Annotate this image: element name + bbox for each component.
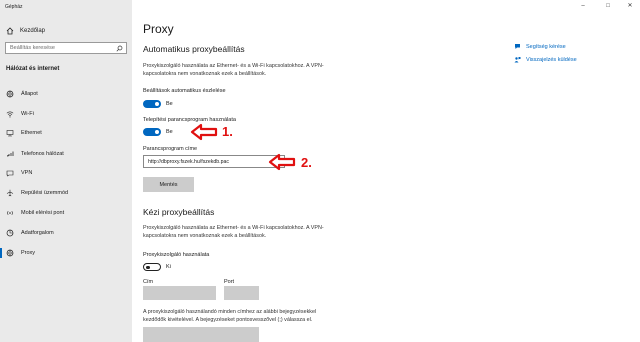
sidebar-item-label: Adatforgalom: [21, 230, 54, 236]
auto-detect-toggle[interactable]: [143, 100, 161, 108]
proxy-address-input[interactable]: [143, 286, 216, 300]
script-address-label: Parancsprogram címe: [143, 146, 198, 152]
send-feedback-link[interactable]: Visszajelzés küldése: [514, 56, 577, 63]
home-label: Kezdőlap: [20, 28, 46, 34]
sidebar-item-ethernet[interactable]: Ethernet: [0, 123, 132, 143]
sidebar-item-allapot[interactable]: Állapot: [0, 84, 132, 104]
search-icon[interactable]: [116, 45, 123, 52]
maximize-button[interactable]: □: [602, 2, 614, 10]
sidebar-item-telefonos-halozat[interactable]: Telefonos hálózat: [0, 144, 132, 164]
proxy-port-label: Port: [224, 279, 235, 285]
annotation-label-2: 2.: [301, 155, 312, 170]
vpn-icon: [6, 169, 14, 177]
sidebar-section-title: Hálózat és internet: [6, 66, 60, 72]
auto-detect-label: Beállítások automatikus észlelése: [143, 88, 226, 94]
sidebar-item-vpn[interactable]: VPN: [0, 163, 132, 183]
sidebar-item-adatforgalom[interactable]: Adatforgalom: [0, 223, 132, 243]
close-button[interactable]: ✕: [624, 2, 636, 10]
setup-script-toggle[interactable]: [143, 128, 161, 136]
save-button[interactable]: Mentés: [143, 177, 194, 192]
annotation-arrow-1: [190, 123, 218, 141]
proxy-port-input[interactable]: [224, 286, 259, 300]
phone-icon: [6, 150, 14, 158]
sidebar-item-label: Állapot: [21, 91, 38, 97]
home-icon: [6, 27, 14, 35]
settings-search-input[interactable]: Beállítás keresése: [5, 42, 127, 54]
annotation-label-1: 1.: [222, 124, 233, 139]
script-address-input[interactable]: http://dbproxy.fszek.hu/fszekdb.pac: [143, 155, 285, 168]
sidebar-item-mobil-elerési-pont[interactable]: Mobil elérési pont: [0, 203, 132, 223]
sidebar-item-label: Telefonos hálózat: [21, 151, 64, 157]
help-icon: [514, 43, 521, 50]
exceptions-input[interactable]: [143, 327, 259, 342]
auto-detect-state: Be: [166, 101, 173, 107]
manual-proxy-heading: Kézi proxybeállítás: [143, 207, 215, 217]
get-help-link[interactable]: Segítség kérése: [514, 43, 566, 50]
sidebar-item-label: Mobil elérési pont: [21, 210, 65, 216]
home-link[interactable]: Kezdőlap: [6, 26, 45, 36]
annotation-arrow-2: [268, 153, 296, 171]
search-placeholder: Beállítás keresése: [10, 45, 55, 51]
sidebar-item-label: Proxy: [21, 250, 36, 256]
globe-icon: [6, 90, 14, 98]
ethernet-icon: [6, 129, 14, 137]
use-proxy-label: Proxykiszolgáló használata: [143, 252, 210, 258]
proxy-address-label: Cím: [143, 279, 154, 285]
sidebar-item-wifi[interactable]: Wi-Fi: [0, 104, 132, 124]
data-usage-icon: [6, 229, 14, 237]
page-title: Proxy: [143, 22, 174, 36]
hotspot-icon: [6, 209, 14, 217]
sidebar-item-label: Wi-Fi: [21, 111, 34, 117]
sidebar: Gépház Kezdőlap Beállítás keresése Hálóz…: [0, 0, 132, 342]
wifi-icon: [6, 110, 14, 118]
use-proxy-toggle[interactable]: [143, 263, 161, 271]
script-address-value: http://dbproxy.fszek.hu/fszekdb.pac: [148, 158, 229, 165]
get-help-label: Segítség kérése: [526, 43, 566, 50]
minimize-button[interactable]: –: [577, 2, 589, 10]
sidebar-item-label: VPN: [21, 170, 33, 176]
window-title: Gépház: [5, 4, 23, 10]
exceptions-description: A proxykiszolgáló használandó minden cím…: [143, 309, 317, 323]
globe-icon: [6, 249, 14, 257]
airplane-icon: [6, 189, 14, 197]
feedback-icon: [514, 56, 521, 63]
sidebar-item-repulesi-uzemmod[interactable]: Repülési üzemmód: [0, 183, 132, 203]
sidebar-item-proxy[interactable]: Proxy: [0, 243, 132, 263]
auto-proxy-description: Proxykiszolgáló használata az Ethernet- …: [143, 63, 324, 77]
manual-proxy-description: Proxykiszolgáló használata az Ethernet- …: [143, 225, 324, 239]
auto-proxy-heading: Automatikus proxybeállítás: [143, 44, 245, 54]
use-proxy-state: Ki: [166, 264, 171, 270]
send-feedback-label: Visszajelzés küldése: [526, 56, 577, 63]
sidebar-item-label: Ethernet: [21, 130, 42, 136]
sidebar-item-label: Repülési üzemmód: [21, 190, 69, 196]
setup-script-state: Be: [166, 129, 173, 135]
